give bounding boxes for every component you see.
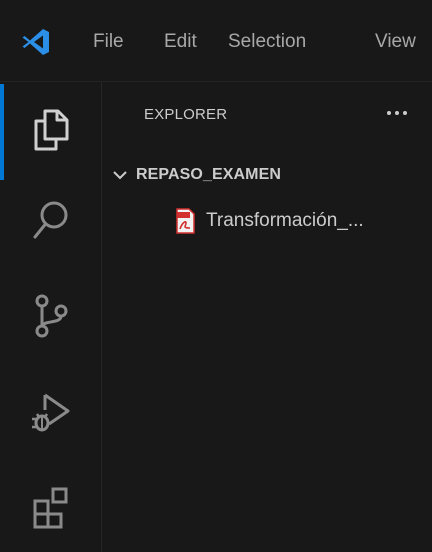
folder-repaso-examen[interactable]: REPASO_EXAMEN bbox=[112, 162, 281, 188]
file-item[interactable]: Transformación_... bbox=[174, 206, 432, 236]
source-control-icon bbox=[35, 294, 67, 338]
menu-view[interactable]: View bbox=[375, 30, 416, 54]
menu-selection[interactable]: Selection bbox=[228, 30, 306, 54]
file-name: Transformación_... bbox=[206, 210, 364, 231]
search-icon bbox=[33, 201, 67, 239]
activity-bar bbox=[0, 82, 102, 552]
folder-name: REPASO_EXAMEN bbox=[136, 166, 282, 183]
activity-search[interactable] bbox=[0, 172, 101, 268]
vscode-window: File Edit Selection View EXPLORER REPASO… bbox=[0, 0, 432, 552]
pdf-file-icon bbox=[176, 208, 195, 234]
explorer-sidebar: EXPLORER REPASO_EXAMEN Transformación_..… bbox=[102, 82, 432, 552]
menu-file[interactable]: File bbox=[93, 30, 124, 54]
vscode-logo-icon bbox=[22, 29, 49, 55]
extensions-icon bbox=[33, 487, 67, 529]
activity-run-debug[interactable] bbox=[0, 364, 101, 460]
activity-source-control[interactable] bbox=[0, 268, 101, 364]
chevron-down-icon bbox=[113, 171, 127, 180]
activity-explorer[interactable] bbox=[0, 82, 101, 180]
ellipsis-icon bbox=[387, 111, 407, 115]
run-debug-icon bbox=[31, 393, 69, 432]
explorer-title: EXPLORER bbox=[144, 106, 228, 123]
title-bar: File Edit Selection View bbox=[0, 0, 432, 82]
active-indicator bbox=[0, 84, 4, 180]
more-actions-button[interactable] bbox=[380, 99, 414, 127]
menu-edit[interactable]: Edit bbox=[164, 30, 197, 54]
files-icon bbox=[34, 109, 68, 151]
activity-extensions[interactable] bbox=[0, 460, 101, 552]
